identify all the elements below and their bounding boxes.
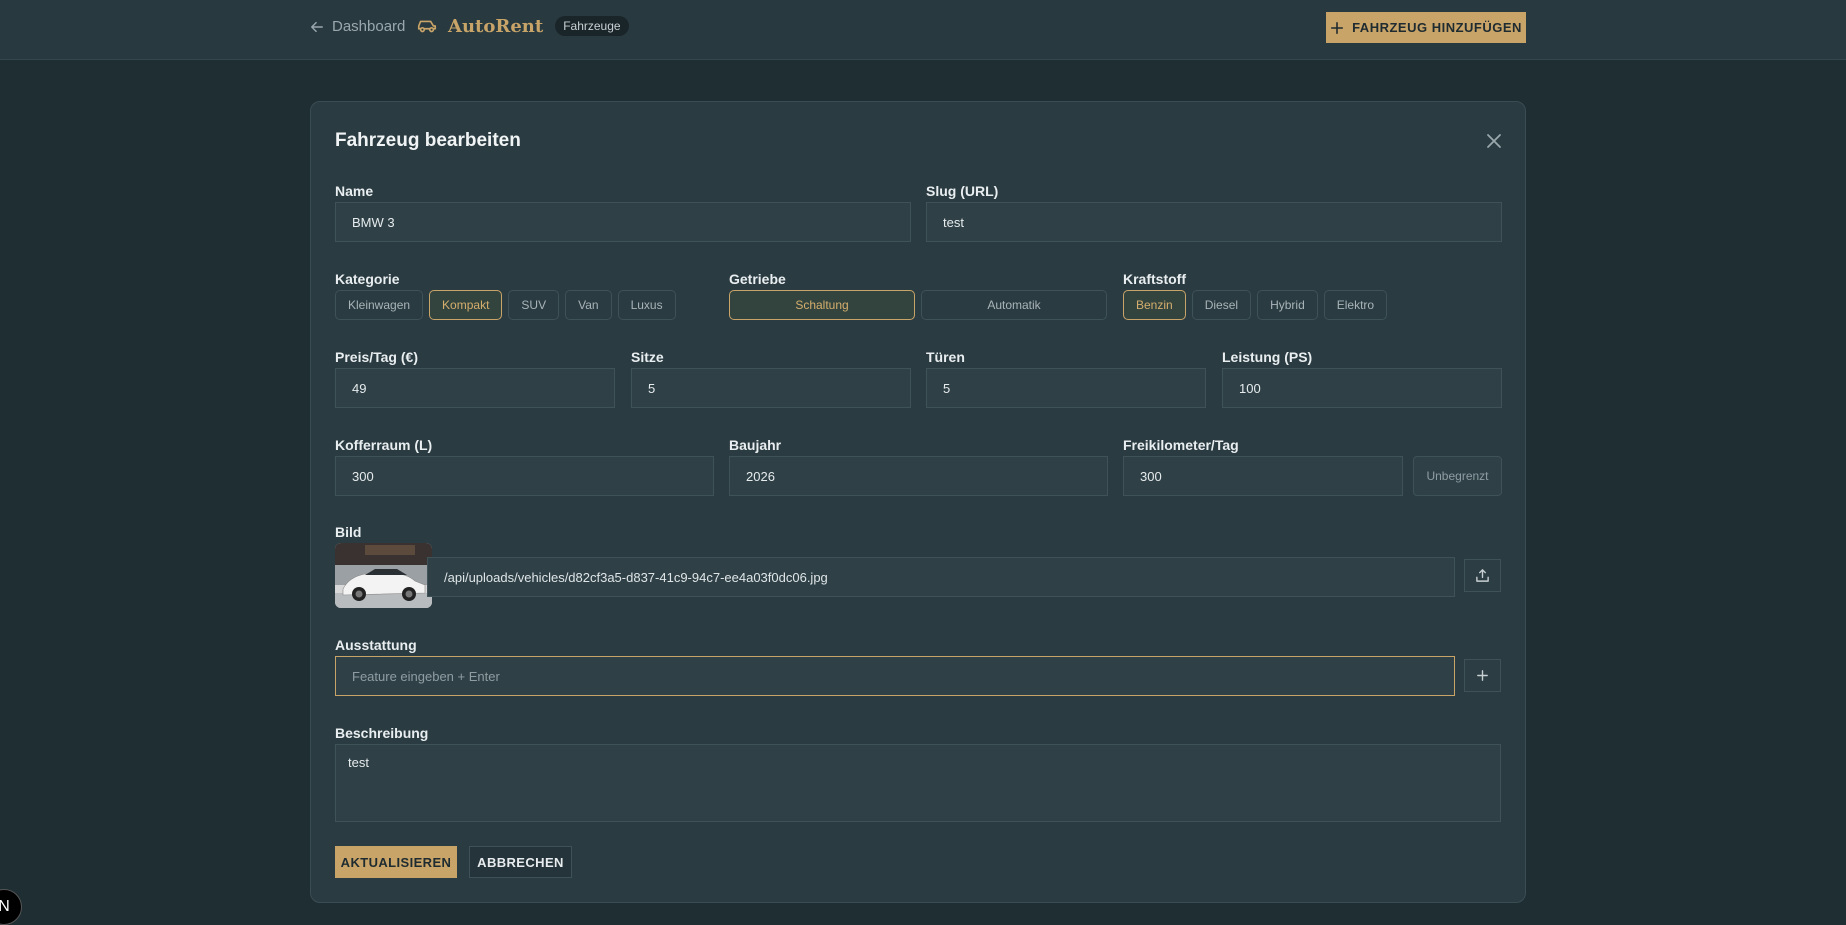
getriebe-options: Schaltung Automatik [729,290,1107,320]
kraftstoff-option-diesel[interactable]: Diesel [1191,290,1252,320]
beschreibung-label: Beschreibung [335,725,429,741]
section-badge: Fahrzeuge [555,16,629,36]
kofferraum-label: Kofferraum (L) [335,437,433,453]
kategorie-option-van[interactable]: Van [565,290,612,320]
sitze-label: Sitze [631,349,664,365]
unlimited-button[interactable]: Unbegrenzt [1413,456,1502,496]
bild-label: Bild [335,524,362,540]
add-feature-button[interactable] [1464,659,1501,692]
getriebe-option-automatik[interactable]: Automatik [921,290,1107,320]
getriebe-option-schaltung[interactable]: Schaltung [729,290,915,320]
dev-tools-badge[interactable]: N [0,889,22,925]
sitze-input[interactable]: 5 [631,368,911,408]
add-vehicle-button[interactable]: FAHRZEUG HINZUFÜGEN [1326,12,1526,43]
upload-image-button[interactable] [1464,559,1501,592]
preis-input[interactable]: 49 [335,368,615,408]
kraftstoff-options: Benzin Diesel Hybrid Elektro [1123,290,1388,320]
getriebe-label: Getriebe [729,271,786,287]
image-path-input[interactable]: /api/uploads/vehicles/d82cf3a5-d837-41c9… [427,557,1455,597]
kraftstoff-option-elektro[interactable]: Elektro [1323,290,1388,320]
close-icon[interactable] [1483,130,1505,152]
tueren-input[interactable]: 5 [926,368,1206,408]
feature-input[interactable]: Feature eingeben + Enter [335,656,1455,696]
kraftstoff-option-hybrid[interactable]: Hybrid [1257,290,1318,320]
update-button[interactable]: AKTUALISIEREN [335,846,457,878]
slug-label: Slug (URL) [926,183,999,199]
slug-input[interactable]: test [926,202,1502,242]
plus-icon [1331,21,1344,34]
cancel-button[interactable]: ABBRECHEN [469,846,572,878]
baujahr-input[interactable]: 2026 [729,456,1108,496]
kategorie-option-luxus[interactable]: Luxus [617,290,676,320]
name-input[interactable]: BMW 3 [335,202,911,242]
leistung-input[interactable]: 100 [1222,368,1502,408]
freikilometer-input[interactable]: 300 [1123,456,1403,496]
arrow-left-icon [311,21,323,32]
leistung-label: Leistung (PS) [1222,349,1313,365]
brand: AutoRent Fahrzeuge [416,15,629,37]
ausstattung-label: Ausstattung [335,637,417,653]
kategorie-option-kleinwagen[interactable]: Kleinwagen [335,290,424,320]
upload-icon [1476,569,1489,582]
kategorie-option-suv[interactable]: SUV [508,290,560,320]
vehicle-image-thumbnail [335,543,432,608]
vehicle-photo-icon [335,543,432,608]
modal-title: Fahrzeug bearbeiten [335,130,521,151]
back-label: Dashboard [332,18,406,35]
baujahr-label: Baujahr [729,437,782,453]
add-vehicle-label: FAHRZEUG HINZUFÜGEN [1352,20,1522,35]
kategorie-option-kompakt[interactable]: Kompakt [429,290,503,320]
back-to-dashboard-link[interactable]: Dashboard [310,18,405,35]
top-bar: Dashboard AutoRent Fahrzeuge FAHRZEUG HI… [0,0,1846,60]
kategorie-label: Kategorie [335,271,400,287]
name-label: Name [335,183,374,199]
plus-icon [1477,670,1488,681]
kraftstoff-label: Kraftstoff [1123,271,1186,287]
tueren-label: Türen [926,349,965,365]
edit-vehicle-modal: Fahrzeug bearbeiten Name BMW 3 Slug (URL… [310,101,1526,903]
kraftstoff-option-benzin[interactable]: Benzin [1123,290,1186,320]
kofferraum-input[interactable]: 300 [335,456,714,496]
description-textarea[interactable]: test [335,744,1501,822]
brand-name: AutoRent [448,15,544,37]
car-icon [417,20,437,33]
preis-label: Preis/Tag (€) [335,349,418,365]
freikilometer-label: Freikilometer/Tag [1123,437,1239,453]
kategorie-options: Kleinwagen Kompakt SUV Van Luxus [335,290,676,320]
